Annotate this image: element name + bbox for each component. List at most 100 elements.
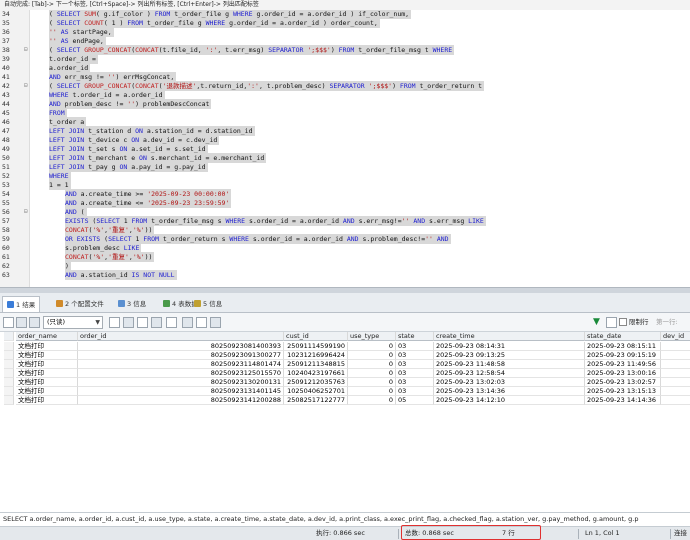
form-view-icon[interactable] [182,317,193,328]
table-cell[interactable]: 22 [661,396,690,405]
table-cell[interactable]: 2025-09-23 13:00:16 [585,369,661,378]
table-cell[interactable]: 0 [348,387,396,396]
table-cell[interactable]: 0 [348,351,396,360]
sql-editor[interactable]: 34( SELECT SUM( g.if_color ) FROM t_orde… [0,10,690,287]
table-cell[interactable]: 10240423197661 [284,369,348,378]
table-cell[interactable]: 10250406252701 [284,387,348,396]
table-cell[interactable]: 2025-09-23 14:14:36 [585,396,661,405]
table-cell[interactable]: 80250923130200131 [78,378,284,387]
code-token: ( [49,10,57,18]
code-token: WHERE [49,91,69,99]
table-cell[interactable]: 80250923125015570 [78,369,284,378]
code-token: a.dev_id = c.dev_id [139,136,218,144]
table-cell[interactable]: 22 [661,387,690,396]
table-cell[interactable]: 80250923081400393 [78,342,284,351]
column-header[interactable]: dev_id [661,332,690,341]
table-cell[interactable]: 03 [396,342,434,351]
grid-view-icon[interactable] [3,317,14,328]
code-token: '' [49,28,61,36]
row-select-checkbox[interactable] [4,342,14,351]
table-cell[interactable]: 22 [661,378,690,387]
row-select-checkbox[interactable] [4,396,14,405]
column-header[interactable]: use_type [348,332,396,341]
code-token: LEFT JOIN [49,163,85,171]
table-cell[interactable]: 2025-09-23 11:48:58 [434,360,585,369]
filter-icon[interactable]: ▼ [593,317,603,327]
row-select-checkbox[interactable] [4,369,14,378]
table-cell[interactable]: 03 [396,387,434,396]
table-cell[interactable]: 2025-09-23 08:14:31 [434,342,585,351]
column-header[interactable]: create_time [434,332,585,341]
table-cell[interactable]: 25091211348815 [284,360,348,369]
save-icon[interactable] [123,317,134,328]
column-header[interactable]: cust_id [284,332,348,341]
table-cell[interactable]: 2025-09-23 11:49:56 [585,360,661,369]
table-cell[interactable]: 10231216996424 [284,351,348,360]
tab-result-2[interactable]: 2 个配置文件 [52,296,108,312]
select-all-checkbox[interactable] [4,332,14,341]
table-cell[interactable]: 0 [348,378,396,387]
row-select-checkbox[interactable] [4,351,14,360]
text-view-icon[interactable] [196,317,207,328]
table-cell[interactable]: 80250923131401145 [78,387,284,396]
grid-settings-icon[interactable] [606,317,617,328]
table-cell[interactable]: 2025-09-23 13:14:36 [434,387,585,396]
table-cell[interactable]: 05 [396,396,434,405]
table-cell[interactable]: 文档打印 [16,378,78,387]
table-cell[interactable]: 文档打印 [16,360,78,369]
limit-rows-checkbox[interactable] [619,318,627,326]
copy-icon[interactable] [109,317,120,328]
table-cell[interactable]: 25091212035763 [284,378,348,387]
table-cell[interactable]: 2025-09-23 13:02:03 [434,378,585,387]
table-cell[interactable]: 文档打印 [16,342,78,351]
tab-result-5[interactable]: 5 信息 [190,296,226,312]
code-token: , t.err_msg) [217,46,269,54]
column-header[interactable]: state_date [585,332,661,341]
table-cell[interactable]: 03 [396,360,434,369]
table-cell[interactable]: 2025-09-23 08:15:11 [585,342,661,351]
table-cell[interactable]: 0 [348,396,396,405]
column-header[interactable]: order_id [78,332,284,341]
table-cell[interactable]: 2025-09-23 13:02:57 [585,378,661,387]
columns-icon[interactable] [210,317,221,328]
row-select-checkbox[interactable] [4,360,14,369]
column-header[interactable]: state [396,332,434,341]
table-cell[interactable]: 03 [396,378,434,387]
table-cell[interactable]: 25091114599190 [284,342,348,351]
table-cell[interactable]: 03 [396,351,434,360]
export-icon[interactable] [16,317,27,328]
code-line[interactable]: 63 AND a.station_id IS NOT NULL [0,270,690,280]
table-cell[interactable]: 2025-09-23 13:15:13 [585,387,661,396]
tab-result-3[interactable]: 3 信息 [114,296,150,312]
table-cell[interactable]: 25082517122777 [284,396,348,405]
column-header[interactable]: order_name [16,332,78,341]
table-cell[interactable]: 2025-09-23 09:13:25 [434,351,585,360]
table-cell[interactable]: 80250923141200288 [78,396,284,405]
table-cell[interactable]: 80250923091300277 [78,351,284,360]
table-cell[interactable]: 03 [396,369,434,378]
table-cell[interactable]: 文档打印 [16,351,78,360]
table-cell[interactable]: 0 [348,369,396,378]
refresh-icon[interactable] [166,317,177,328]
table-cell[interactable]: 17 [661,351,690,360]
row-select-checkbox[interactable] [4,387,14,396]
result-grid[interactable]: order_name order_id cust_id use_type state cr… [0,332,690,512]
table-cell[interactable]: 文档打印 [16,369,78,378]
table-cell[interactable]: 2025-09-23 12:58:54 [434,369,585,378]
table-cell[interactable]: 13 [661,342,690,351]
table-cell[interactable]: 1 [661,369,690,378]
table-cell[interactable]: 80250923114801474 [78,360,284,369]
row-select-checkbox[interactable] [4,378,14,387]
table-cell[interactable]: 0 [348,360,396,369]
readonly-select[interactable]: (只读) ▼ [43,316,103,329]
table-cell[interactable]: 17 [661,360,690,369]
table-cell[interactable]: 2025-09-23 09:15:19 [585,351,661,360]
table-cell[interactable]: 0 [348,342,396,351]
delete-row-icon[interactable] [151,317,162,328]
dropdown-icon[interactable] [29,317,40,328]
table-cell[interactable]: 文档打印 [16,396,78,405]
tab-result-1[interactable]: 1 结果 [2,296,41,312]
add-row-icon[interactable] [137,317,148,328]
table-cell[interactable]: 2025-09-23 14:12:10 [434,396,585,405]
table-cell[interactable]: 文档打印 [16,387,78,396]
